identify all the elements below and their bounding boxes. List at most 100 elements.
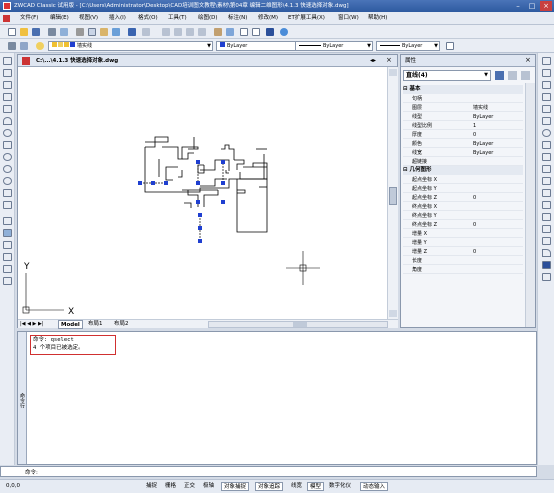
layer-manager-icon[interactable] bbox=[8, 42, 16, 50]
section-basic[interactable]: ⊟ 基本 bbox=[403, 85, 523, 94]
property-value[interactable]: ByLayer bbox=[473, 113, 523, 121]
property-value[interactable]: 0 bbox=[473, 194, 523, 202]
rectangle-icon[interactable] bbox=[3, 105, 12, 113]
property-value[interactable]: 0 bbox=[473, 221, 523, 229]
ellipse-arc-icon[interactable] bbox=[3, 177, 12, 185]
scroll-thumb[interactable] bbox=[389, 187, 397, 205]
menu-insert[interactable]: 插入(I) bbox=[109, 12, 126, 25]
property-row[interactable]: 增量 Z 0 bbox=[403, 248, 523, 256]
grip[interactable] bbox=[196, 160, 200, 164]
print-preview-icon[interactable] bbox=[60, 28, 68, 36]
join-icon[interactable] bbox=[542, 225, 551, 233]
trim-icon[interactable] bbox=[542, 177, 551, 185]
menu-format[interactable]: 格式(O) bbox=[138, 12, 158, 25]
menu-window[interactable]: 窗口(W) bbox=[338, 12, 359, 25]
status-toggle-4[interactable]: 对象捕捉 bbox=[221, 482, 250, 491]
doc-icon[interactable] bbox=[3, 15, 10, 22]
grip[interactable] bbox=[221, 181, 225, 185]
vertical-scrollbar[interactable] bbox=[387, 67, 398, 319]
selected-lines[interactable] bbox=[140, 162, 224, 243]
revision-cloud-icon[interactable] bbox=[3, 141, 12, 149]
linetype-dropdown[interactable]: ByLayer ▼ bbox=[295, 41, 373, 51]
property-row[interactable]: 终点坐标 Y bbox=[403, 212, 523, 220]
layer-dropdown[interactable]: 墙实线 ▼ bbox=[48, 41, 213, 51]
app-icon[interactable] bbox=[3, 2, 11, 10]
doc-close-icon[interactable]: × bbox=[386, 56, 392, 64]
property-row[interactable]: 增量 Y bbox=[403, 239, 523, 247]
tab-layout2[interactable]: 布局2 bbox=[114, 320, 129, 329]
menu-draw[interactable]: 绘图(D) bbox=[198, 12, 218, 25]
stretch-icon[interactable] bbox=[542, 153, 551, 161]
calculator-icon[interactable] bbox=[266, 28, 274, 36]
grip[interactable] bbox=[138, 181, 142, 185]
tab-layout1[interactable]: 布局1 bbox=[88, 320, 103, 329]
property-value[interactable]: 0 bbox=[473, 131, 523, 139]
property-row[interactable]: 图层 墙实线 bbox=[403, 104, 523, 112]
doc-nav-arrows-icon[interactable]: ◂▸ bbox=[370, 57, 376, 64]
status-toggle-0[interactable]: 捕捉 bbox=[144, 482, 159, 491]
property-value[interactable]: 墙实线 bbox=[473, 104, 523, 112]
offset-icon[interactable] bbox=[542, 93, 551, 101]
menu-edit[interactable]: 编辑(E) bbox=[50, 12, 69, 25]
menu-dimension[interactable]: 标注(N) bbox=[228, 12, 247, 25]
region-icon[interactable] bbox=[3, 253, 12, 261]
copy-icon[interactable] bbox=[88, 28, 96, 36]
grip[interactable] bbox=[221, 160, 225, 164]
property-row[interactable]: 句柄 bbox=[403, 95, 523, 103]
break-at-point-icon[interactable] bbox=[542, 201, 551, 209]
selection-grips[interactable] bbox=[138, 160, 225, 243]
scale-icon[interactable] bbox=[542, 141, 551, 149]
property-value[interactable]: ByLayer bbox=[473, 149, 523, 157]
spline-icon[interactable] bbox=[3, 153, 12, 161]
lengthen-icon[interactable] bbox=[542, 165, 551, 173]
status-toggle-2[interactable]: 正交 bbox=[182, 482, 197, 491]
minimize-button[interactable]: – bbox=[512, 1, 524, 11]
property-value[interactable]: 1 bbox=[473, 122, 523, 130]
construction-line-icon[interactable] bbox=[3, 69, 12, 77]
property-row[interactable]: 终点坐标 Z 0 bbox=[403, 221, 523, 229]
edit-polyline-icon[interactable] bbox=[542, 273, 551, 281]
gradient-icon[interactable] bbox=[3, 241, 12, 249]
menu-help[interactable]: 帮助(H) bbox=[368, 12, 387, 25]
grip[interactable] bbox=[198, 239, 202, 243]
command-input[interactable]: 命令: bbox=[0, 466, 537, 477]
status-toggle-9[interactable]: 动态输入 bbox=[360, 482, 389, 491]
zoom-realtime-icon[interactable] bbox=[174, 28, 182, 36]
property-row[interactable]: 线型 ByLayer bbox=[403, 113, 523, 121]
zoom-previous-icon[interactable] bbox=[198, 28, 206, 36]
drawing-canvas[interactable]: Y X bbox=[18, 67, 387, 319]
menu-view[interactable]: 视图(V) bbox=[79, 12, 98, 25]
print-icon[interactable] bbox=[48, 28, 56, 36]
properties-scrollbar[interactable] bbox=[525, 83, 535, 327]
select-objects-icon[interactable] bbox=[508, 71, 517, 80]
make-block-icon[interactable] bbox=[3, 201, 12, 209]
table-icon[interactable] bbox=[240, 28, 248, 36]
erase-icon[interactable] bbox=[542, 57, 551, 65]
menu-et-tools[interactable]: ET扩展工具(X) bbox=[288, 12, 325, 25]
layer-on-icon[interactable] bbox=[36, 42, 44, 50]
property-row[interactable]: 长度 bbox=[403, 257, 523, 265]
grip[interactable] bbox=[164, 181, 168, 185]
property-row[interactable]: 厚度 0 bbox=[403, 131, 523, 139]
status-toggle-3[interactable]: 极轴 bbox=[201, 482, 216, 491]
circle-icon[interactable] bbox=[3, 129, 12, 137]
polygon-icon[interactable] bbox=[3, 93, 12, 101]
point-icon[interactable] bbox=[3, 217, 12, 225]
insert-block-icon[interactable] bbox=[3, 189, 12, 197]
pan-icon[interactable] bbox=[162, 28, 170, 36]
menu-file[interactable]: 文件(F) bbox=[20, 12, 38, 25]
plan-outline[interactable] bbox=[144, 147, 268, 233]
line-icon[interactable] bbox=[3, 57, 12, 65]
undo-icon[interactable] bbox=[128, 28, 136, 36]
move-icon[interactable] bbox=[542, 117, 551, 125]
arc-icon[interactable] bbox=[3, 117, 12, 125]
property-row[interactable]: 终点坐标 X bbox=[403, 203, 523, 211]
property-row[interactable]: 颜色 ByLayer bbox=[403, 140, 523, 148]
menu-tools[interactable]: 工具(T) bbox=[168, 12, 187, 25]
toggle-pickadd-icon[interactable] bbox=[495, 71, 504, 80]
property-row[interactable]: 超链接 bbox=[403, 158, 523, 166]
explode-icon[interactable] bbox=[542, 261, 551, 269]
hatch-icon[interactable] bbox=[3, 229, 12, 237]
property-row[interactable]: 起点坐标 Y bbox=[403, 185, 523, 193]
rotate-icon[interactable] bbox=[542, 129, 551, 137]
